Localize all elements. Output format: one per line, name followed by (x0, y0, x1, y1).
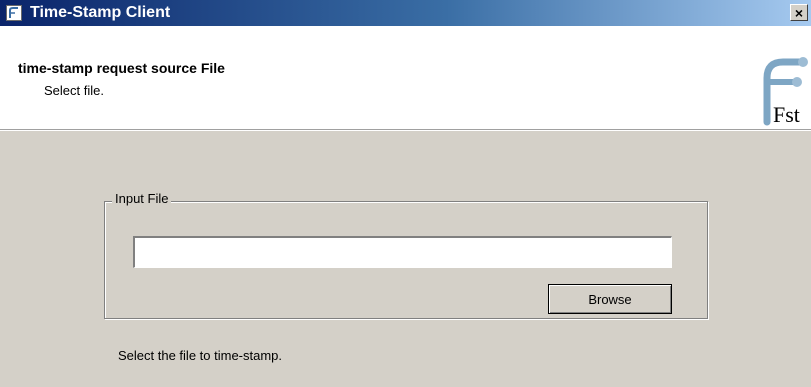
app-icon (6, 5, 22, 21)
logo-text: Fst (773, 102, 800, 126)
instruction-text: Select the file to time-stamp. (118, 348, 283, 363)
wizard-header: time-stamp request source File Select fi… (0, 26, 811, 130)
header-title: time-stamp request source File (18, 60, 225, 76)
input-file-field[interactable] (133, 236, 672, 268)
header-subtitle: Select file. (44, 83, 104, 98)
input-file-group-label: Input File (112, 191, 172, 206)
header-divider (0, 130, 811, 131)
close-button[interactable]: × (790, 4, 808, 21)
close-icon: × (794, 4, 804, 21)
dialog-window: Time-Stamp Client × time-stamp request s… (0, 0, 811, 387)
browse-button[interactable]: Browse (548, 284, 672, 314)
title-bar[interactable]: Time-Stamp Client × (0, 0, 811, 26)
fst-logo: Fst (763, 57, 808, 126)
window-title: Time-Stamp Client (30, 4, 171, 21)
